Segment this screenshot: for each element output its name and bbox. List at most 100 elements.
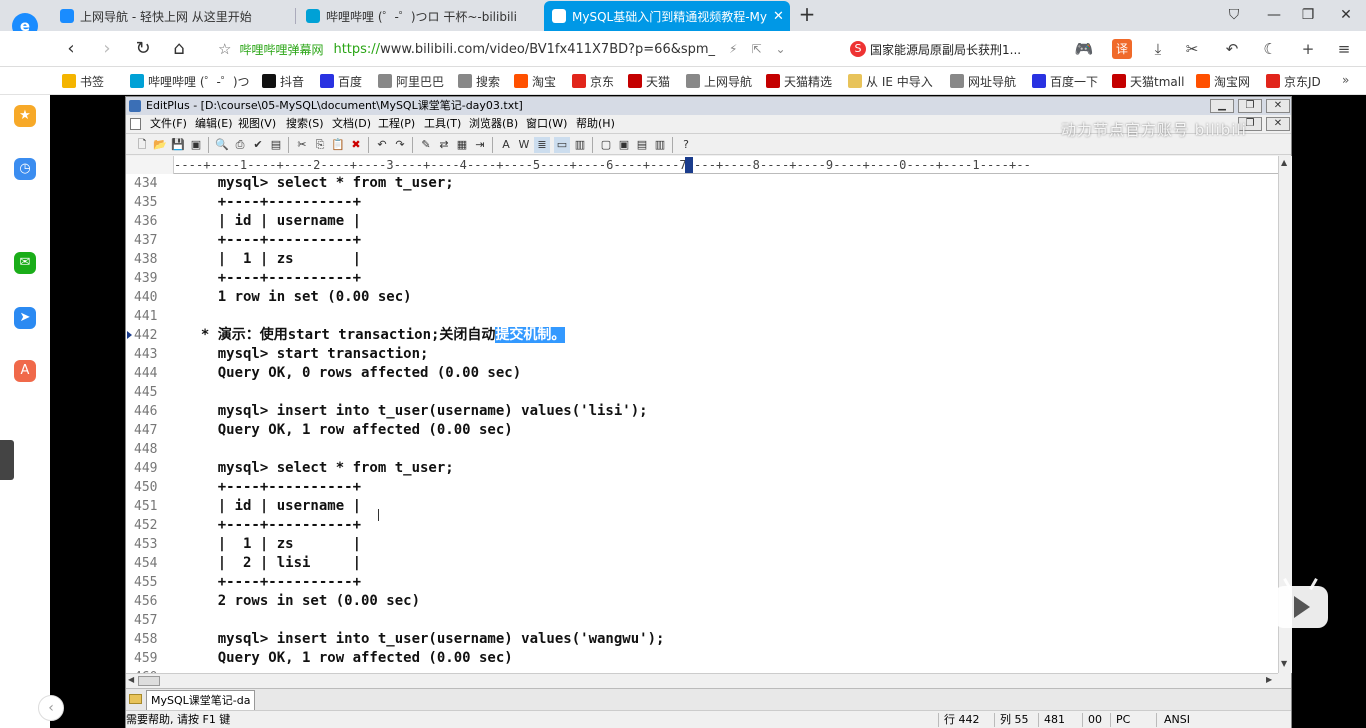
sidebar-collapse-button[interactable]: ‹ xyxy=(38,695,64,721)
bookmark-item[interactable]: 百度一下 xyxy=(1032,72,1098,90)
menu-search[interactable]: 搜索(S) xyxy=(286,115,324,133)
wechat-icon[interactable]: ✉ xyxy=(14,252,36,274)
code-line[interactable]: 455 +----+----------+ xyxy=(126,573,1278,592)
back-arrow-icon[interactable]: ‹ xyxy=(60,38,82,60)
scroll-up-arrow-icon[interactable]: ▲ xyxy=(1281,158,1287,167)
code-line[interactable]: 446 mysql> insert into t_user(username) … xyxy=(126,402,1278,421)
code-line[interactable]: 448 xyxy=(126,440,1278,459)
scissors-icon[interactable]: ✂ xyxy=(1182,39,1202,59)
doc-close-button[interactable]: ✕ xyxy=(1266,117,1290,131)
code-line[interactable]: 454 | 2 | lisi | xyxy=(126,554,1278,573)
code-line[interactable]: 450 +----+----------+ xyxy=(126,478,1278,497)
close-window-button[interactable]: ✕ xyxy=(1334,4,1358,26)
code-line[interactable]: 449 mysql> select * from t_user; xyxy=(126,459,1278,478)
maximize-button[interactable]: ❐ xyxy=(1296,4,1320,26)
minimize-button[interactable]: — xyxy=(1262,4,1286,26)
editor-minimize-button[interactable]: ▁ xyxy=(1210,99,1234,113)
editor-close-button[interactable]: ✕ xyxy=(1266,99,1290,113)
download-icon[interactable]: ⤓ xyxy=(1148,39,1168,59)
tab-bilibili-home[interactable]: 哔哩哔哩 (゜-゜)つロ 干杯~-bilibili xyxy=(298,1,538,31)
editor-maximize-button[interactable]: ❐ xyxy=(1238,99,1262,113)
bookmark-item[interactable]: 哔哩哔哩 (゜-゜)つ xyxy=(130,72,250,90)
bookmark-item[interactable]: 阿里巴巴 xyxy=(378,72,444,90)
undo-icon[interactable]: ↶ xyxy=(374,137,390,153)
browser-view-icon[interactable]: ▢ xyxy=(598,137,614,153)
translate-app-icon[interactable]: A xyxy=(14,360,36,382)
bookmark-item[interactable]: 淘宝 xyxy=(514,72,556,90)
bookmark-item[interactable]: 书签 xyxy=(62,72,104,90)
scrollbar-thumb[interactable] xyxy=(138,676,160,686)
share-icon[interactable]: ⇱ xyxy=(751,42,761,56)
send-icon[interactable]: ➤ xyxy=(14,307,36,329)
context-help-icon[interactable]: ? xyxy=(678,137,694,153)
ruler-icon[interactable]: ▭ xyxy=(554,137,570,153)
chevron-down-icon[interactable]: ⌄ xyxy=(776,42,786,56)
new-file-icon[interactable]: 🗋 xyxy=(134,137,150,153)
menu-help[interactable]: 帮助(H) xyxy=(576,115,615,133)
bookmark-item[interactable]: 上网导航 xyxy=(686,72,752,90)
code-line[interactable]: 436 | id | username | xyxy=(126,212,1278,231)
code-line[interactable]: 442 * 演示：使用start transaction;关闭自动提交机制。 xyxy=(126,326,1278,345)
bookmark-item[interactable]: 天猫tmall xyxy=(1112,72,1184,90)
tab-mysql-video[interactable]: MySQL基础入门到精通视频教程-My ✕ xyxy=(544,1,790,31)
night-mode-icon[interactable]: ☾ xyxy=(1260,39,1280,59)
delete-icon[interactable]: ✖ xyxy=(348,137,364,153)
bookmark-item[interactable]: 抖音 xyxy=(262,72,304,90)
bookmark-item[interactable]: 淘宝网 xyxy=(1196,72,1250,90)
code-line[interactable]: 439 +----+----------+ xyxy=(126,269,1278,288)
history-clock-icon[interactable]: ◷ xyxy=(14,158,36,180)
code-line[interactable]: 459 Query OK, 1 row affected (0.00 sec) xyxy=(126,649,1278,668)
bookmark-item[interactable]: 百度 xyxy=(320,72,362,90)
code-line[interactable]: 447 Query OK, 1 row affected (0.00 sec) xyxy=(126,421,1278,440)
code-line[interactable]: 443 mysql> start transaction; xyxy=(126,345,1278,364)
add-icon[interactable]: + xyxy=(1298,39,1318,59)
replace-icon[interactable]: ⇄ xyxy=(436,137,452,153)
save-icon[interactable]: 💾 xyxy=(170,137,186,153)
video-play-button[interactable] xyxy=(1274,578,1328,628)
open-file-icon[interactable]: 📂 xyxy=(152,137,168,153)
goto-icon[interactable]: ⇥ xyxy=(472,137,488,153)
menu-browser[interactable]: 浏览器(B) xyxy=(469,115,518,133)
properties-icon[interactable]: ▤ xyxy=(268,137,284,153)
menu-edit[interactable]: 编辑(E) xyxy=(195,115,233,133)
horizontal-scrollbar[interactable]: ◀ ▶ xyxy=(126,673,1278,687)
code-line[interactable]: 440 1 row in set (0.00 sec) xyxy=(126,288,1278,307)
bookmark-item[interactable]: 网址导航 xyxy=(950,72,1016,90)
find-icon[interactable]: ✎ xyxy=(418,137,434,153)
tab-close-icon[interactable]: ✕ xyxy=(767,9,784,24)
code-line[interactable]: 441 xyxy=(126,307,1278,326)
code-line[interactable]: 437 +----+----------+ xyxy=(126,231,1278,250)
bookmark-item[interactable]: 京东JD xyxy=(1266,72,1321,90)
bookmarks-more-icon[interactable]: » xyxy=(1342,73,1349,87)
lightning-icon[interactable]: ⚡ xyxy=(729,42,737,56)
menu-icon[interactable]: ≡ xyxy=(1334,39,1354,59)
menu-document[interactable]: 文档(D) xyxy=(332,115,371,133)
address-bar[interactable]: ☆ 哔哩哔哩弹幕网 https:// www.bilibili.com/vide… xyxy=(218,36,838,62)
paste-icon[interactable]: 📋 xyxy=(330,137,346,153)
home-icon[interactable]: ⌂ xyxy=(168,38,190,60)
menu-view[interactable]: 视图(V) xyxy=(238,115,276,133)
code-line[interactable]: 452 +----+----------+ xyxy=(126,516,1278,535)
code-line[interactable]: 444 Query OK, 0 rows affected (0.00 sec) xyxy=(126,364,1278,383)
refresh-icon[interactable]: ↻ xyxy=(132,38,154,60)
code-line[interactable]: 456 2 rows in set (0.00 sec) xyxy=(126,592,1278,611)
collections-icon[interactable]: ⛉ xyxy=(1222,4,1246,26)
new-tab-button[interactable]: + xyxy=(796,4,818,26)
tab-hao-navigation[interactable]: 上网导航 - 轻快上网 从这里开始 xyxy=(52,1,292,31)
save-all-icon[interactable]: ▣ xyxy=(188,137,204,153)
scroll-down-arrow-icon[interactable]: ▼ xyxy=(1281,659,1287,668)
output-window-icon[interactable]: ▣ xyxy=(616,137,632,153)
column-select-icon[interactable]: ▥ xyxy=(572,137,588,153)
code-line[interactable]: 451 | id | username | xyxy=(126,497,1278,516)
copy-icon[interactable]: ⎘ xyxy=(312,137,328,153)
menu-file[interactable]: 文件(F) xyxy=(150,115,187,133)
bookmark-star-icon[interactable]: ☆ xyxy=(218,40,231,58)
translate-icon[interactable]: 译 xyxy=(1112,39,1132,59)
document-tab[interactable]: MySQL课堂笔记-da xyxy=(146,690,256,710)
bookmark-item[interactable]: 搜索 xyxy=(458,72,500,90)
menu-project[interactable]: 工程(P) xyxy=(378,115,415,133)
bookmark-item[interactable]: 天猫 xyxy=(628,72,670,90)
undo-icon[interactable]: ↶ xyxy=(1222,39,1242,59)
directory-icon[interactable]: ▥ xyxy=(652,137,668,153)
menu-tools[interactable]: 工具(T) xyxy=(424,115,461,133)
